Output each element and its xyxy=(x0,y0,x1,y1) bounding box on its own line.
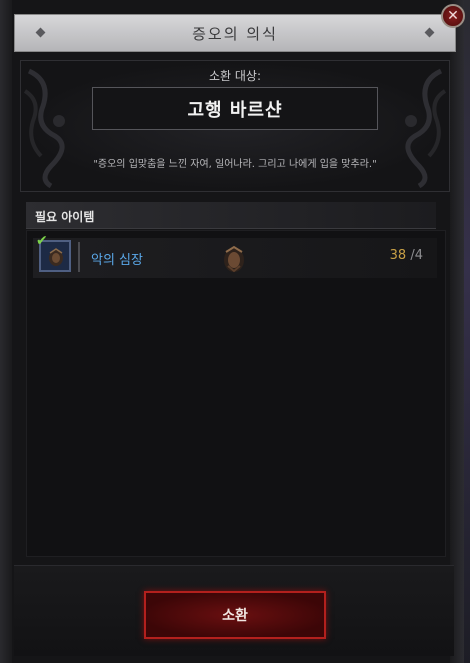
target-name-box: 고행 바르샨 xyxy=(92,87,378,130)
row-divider xyxy=(78,242,80,272)
flavor-quote: "증오의 입맞춤을 느낀 자여, 일어나라. 그리고 나에게 입을 맞추라." xyxy=(93,159,377,170)
item-count-need: /4 xyxy=(410,248,423,263)
summon-button-label: 소환 xyxy=(222,608,248,624)
summon-target-label: 소환 대상: xyxy=(208,69,262,83)
check-icon: ✔ xyxy=(36,233,48,249)
malignant-heart-icon xyxy=(49,248,63,266)
required-items-list: ✔ 악의 심장 38 /4 xyxy=(26,230,446,557)
item-count: 38 /4 xyxy=(390,248,423,263)
required-items-title: 필요 아이템 xyxy=(35,210,95,224)
close-button[interactable]: ✕ xyxy=(441,4,465,28)
summon-button[interactable]: 소환 xyxy=(144,591,326,639)
list-item[interactable]: ✔ 악의 심장 38 /4 xyxy=(33,233,437,278)
diamond-ornament-icon xyxy=(424,27,435,38)
required-items-header: 필요 아이템 xyxy=(26,202,436,229)
item-slot[interactable]: ✔ xyxy=(36,233,71,272)
frame-edge-right xyxy=(450,0,464,663)
item-name[interactable]: 악의 심장 xyxy=(91,249,143,268)
diamond-ornament-icon xyxy=(35,27,46,38)
summon-header-panel: 소환 대상: 고행 바르샨 "증오의 입맞춤을 느낀 자여, 일어나라. 그리고… xyxy=(20,60,450,192)
target-name: 고행 바르샨 xyxy=(187,99,283,121)
item-count-have: 38 xyxy=(389,248,407,263)
dialog-title: 증오의 의식 xyxy=(192,24,278,43)
dialog-title-bar: 증오의 의식 xyxy=(14,14,456,52)
background-strip xyxy=(464,0,470,663)
malignant-heart-icon xyxy=(224,245,244,273)
close-icon: ✕ xyxy=(447,8,459,24)
frame-edge-left xyxy=(0,0,12,663)
